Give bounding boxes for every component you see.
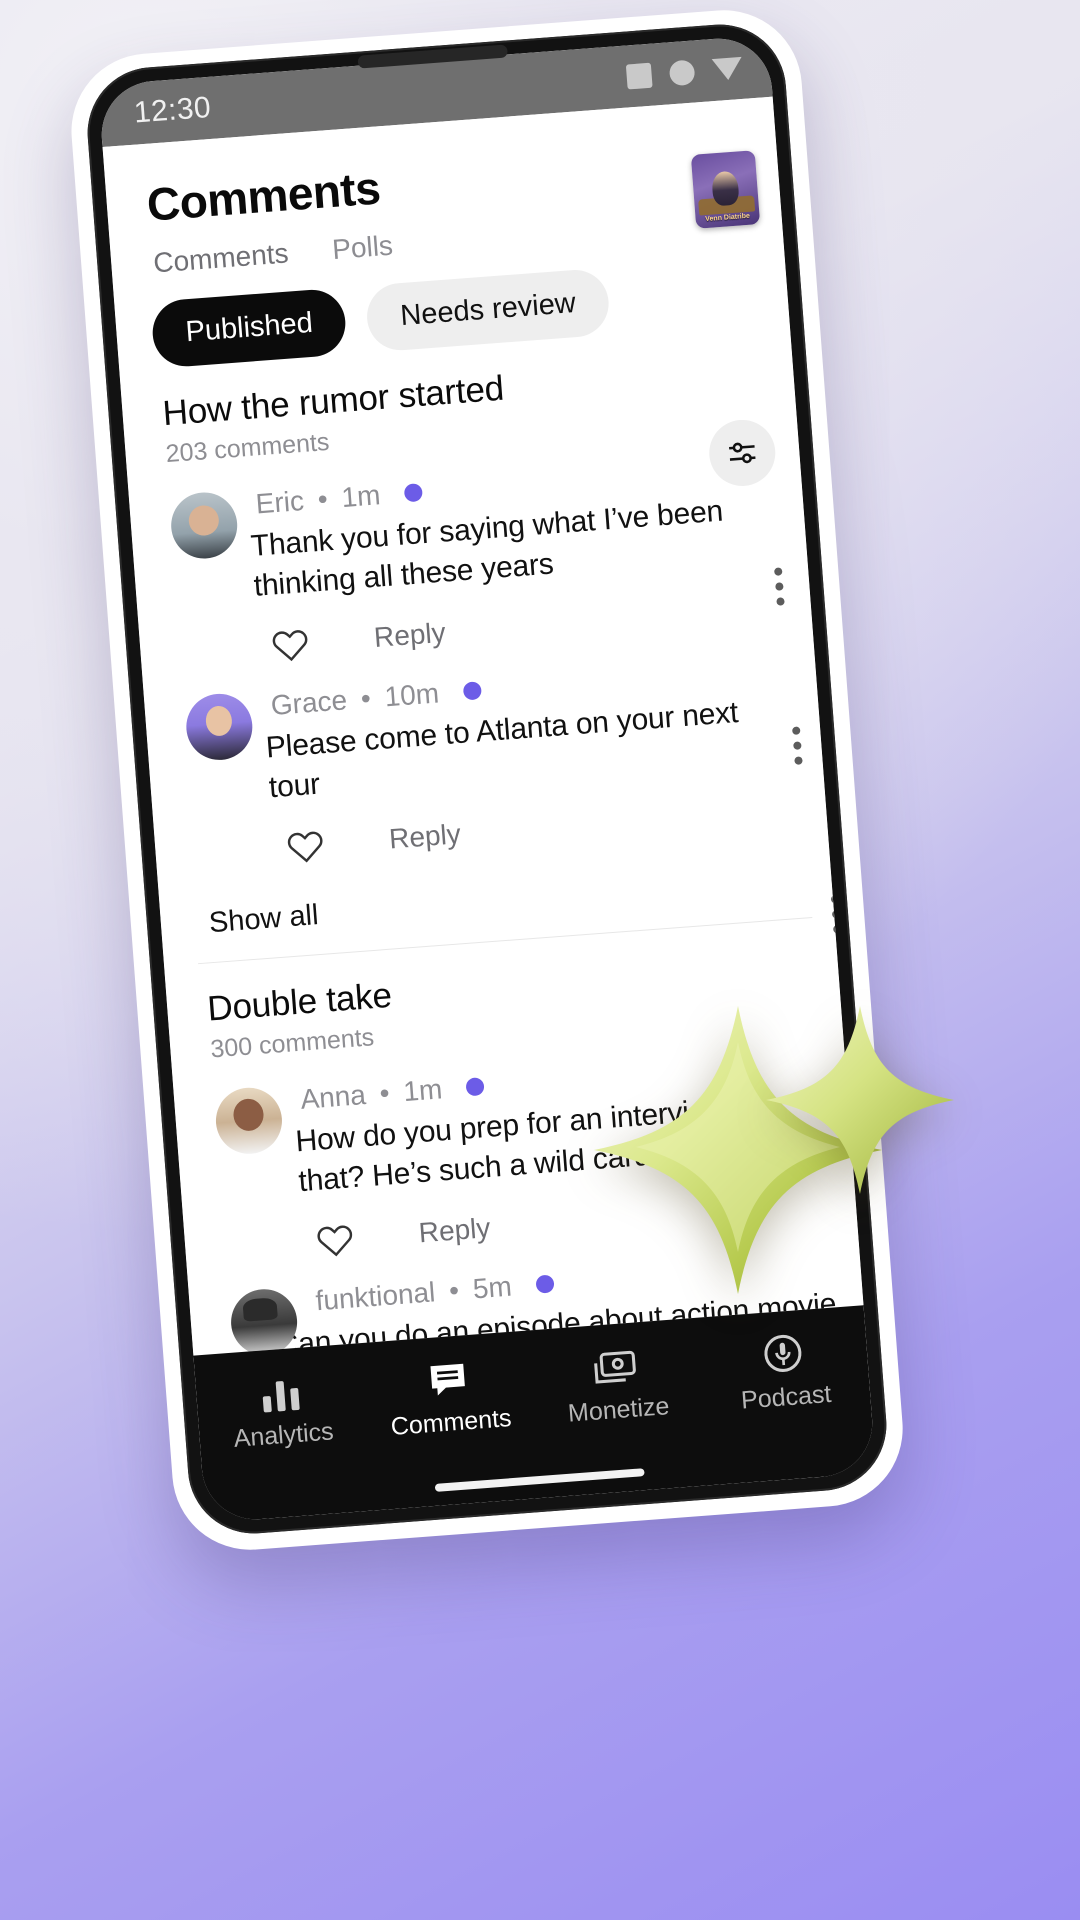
- home-indicator[interactable]: [434, 1468, 645, 1492]
- avatar[interactable]: [168, 490, 240, 561]
- nav-item-monetize[interactable]: Monetize: [539, 1336, 695, 1430]
- comment-actions: Reply: [265, 589, 786, 664]
- comment-item: Eric • 1m Thank you for saying what I’ve…: [168, 450, 787, 671]
- tab-polls[interactable]: Polls: [331, 230, 394, 266]
- heart-icon[interactable]: [314, 1220, 357, 1259]
- nav-item-comments[interactable]: Comments: [371, 1349, 527, 1443]
- circle-icon: [668, 58, 696, 86]
- comment-author: Grace: [269, 684, 349, 721]
- nav-label: Podcast: [740, 1379, 833, 1415]
- kebab-menu-icon[interactable]: [773, 567, 785, 606]
- unread-dot: [403, 483, 423, 503]
- reply-button[interactable]: Reply: [418, 1212, 492, 1249]
- comment-author: Eric: [254, 484, 305, 520]
- heart-icon[interactable]: [269, 625, 312, 664]
- kebab-menu-icon[interactable]: [791, 726, 803, 765]
- unread-dot: [465, 1077, 485, 1097]
- square-icon: [625, 62, 653, 90]
- unread-dot: [462, 681, 482, 701]
- thumbnail-person: [711, 170, 740, 207]
- unread-dot: [534, 1274, 555, 1294]
- comment-body: Eric • 1m Thank you for saying what I’ve…: [250, 450, 787, 664]
- heart-icon[interactable]: [284, 826, 327, 865]
- show-thumbnail[interactable]: Venn Diatribe: [690, 150, 761, 229]
- avatar[interactable]: [183, 691, 255, 763]
- nav-item-podcast[interactable]: Podcast: [706, 1324, 862, 1418]
- status-time: 12:30: [132, 90, 213, 130]
- meta-separator: •: [359, 682, 372, 715]
- status-icons: [625, 55, 744, 90]
- comment-time: 1m: [340, 479, 382, 514]
- triangle-icon: [711, 56, 744, 82]
- sparkle-icon-small: [766, 1006, 954, 1194]
- comment-time: 5m: [471, 1270, 513, 1305]
- thread-how-the-rumor-started: How the rumor started 203 comments Eric …: [119, 321, 842, 944]
- comment-time: 1m: [402, 1073, 444, 1108]
- nav-label: Monetize: [567, 1392, 671, 1428]
- meta-separator: •: [378, 1077, 391, 1109]
- avatar[interactable]: [213, 1085, 285, 1157]
- phone-mockup: 12:30 Comments Venn Diatribe Comments Po…: [65, 4, 909, 1556]
- comment-time: 10m: [383, 677, 441, 713]
- bar-chart-icon: [261, 1366, 300, 1413]
- meta-separator: •: [316, 483, 329, 515]
- reply-button[interactable]: Reply: [388, 818, 462, 855]
- reply-button[interactable]: Reply: [373, 617, 447, 654]
- comment-icon: [425, 1353, 470, 1400]
- nav-label: Analytics: [232, 1417, 335, 1453]
- nav-item-analytics[interactable]: Analytics: [204, 1362, 360, 1456]
- nav-label: Comments: [389, 1404, 513, 1441]
- scene-backdrop: 12:30 Comments Venn Diatribe Comments Po…: [0, 0, 1080, 1920]
- microphone-icon: [761, 1328, 804, 1375]
- comment-author: Anna: [299, 1079, 367, 1115]
- meta-separator: •: [447, 1274, 461, 1307]
- comment-author: funktional: [314, 1276, 437, 1317]
- phone-body: 12:30 Comments Venn Diatribe Comments Po…: [82, 19, 892, 1539]
- monetize-icon: [592, 1340, 639, 1387]
